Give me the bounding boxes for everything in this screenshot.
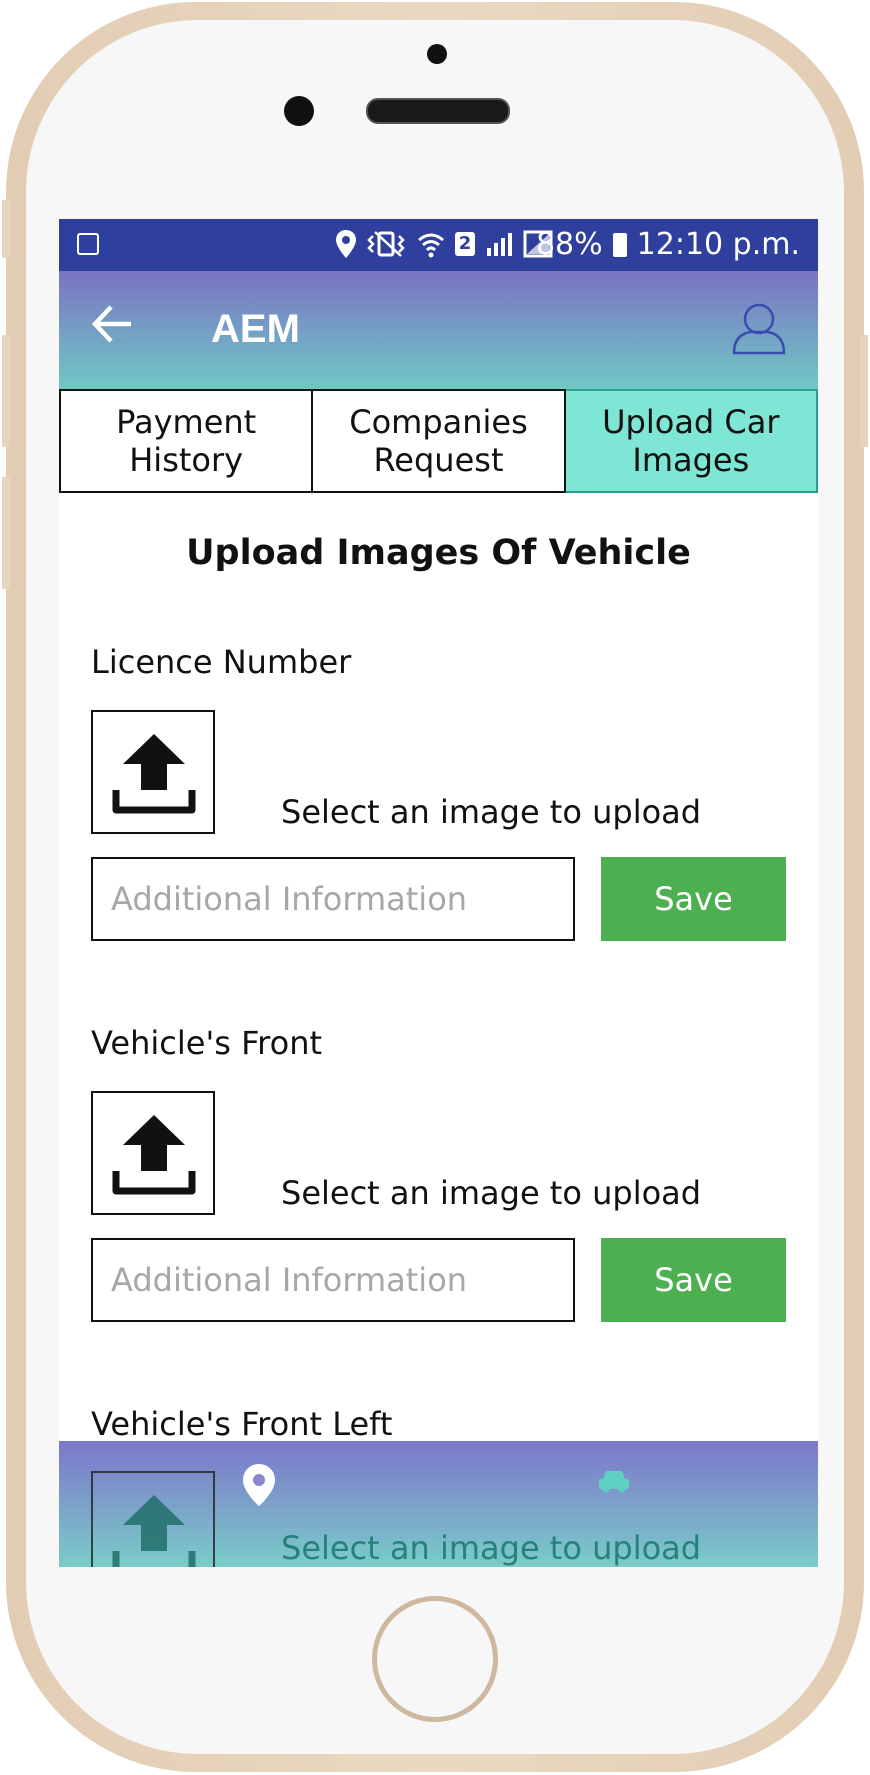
user-icon[interactable] — [730, 299, 788, 357]
car-icon[interactable] — [597, 1467, 631, 1495]
save-button[interactable]: Save — [601, 857, 786, 941]
phone-power-button — [860, 335, 868, 447]
location-icon — [336, 230, 356, 258]
tab-payment-history[interactable]: Payment History — [59, 389, 314, 493]
save-button[interactable]: Save — [601, 1238, 786, 1322]
image-icon — [77, 233, 99, 255]
upload-icon — [112, 1495, 196, 1567]
phone-side-button — [2, 335, 10, 447]
upload-hint: Select an image to upload — [281, 1174, 702, 1212]
status-icons: 2 — [335, 229, 553, 259]
field-label-front-left: Vehicle's Front Left — [91, 1405, 393, 1443]
upload-form: Upload Images Of Vehicle Licence Number … — [59, 493, 818, 1567]
phone-side-button — [2, 477, 10, 589]
battery-percent: 88% — [535, 227, 603, 262]
upload-icon — [112, 1115, 196, 1195]
app-bar: AEM — [59, 271, 818, 389]
field-label-licence: Licence Number — [91, 643, 352, 681]
field-label-front: Vehicle's Front — [91, 1024, 323, 1062]
clock: 12:10 p.m. — [636, 227, 800, 262]
phone-side-button — [2, 200, 10, 258]
upload-button-licence[interactable] — [91, 710, 215, 834]
additional-info-input[interactable] — [91, 1238, 575, 1322]
upload-button-front[interactable] — [91, 1091, 215, 1215]
app-screen: 2 88% 12:10 p.m. AEM Payment History Com… — [59, 219, 818, 1567]
phone-speaker — [366, 98, 510, 124]
status-right: 88% 12:10 p.m. — [536, 227, 800, 263]
front-camera — [284, 96, 314, 126]
arrow-left-icon[interactable] — [89, 299, 135, 349]
upload-icon — [112, 734, 196, 814]
additional-info-input[interactable] — [91, 857, 575, 941]
tab-upload-car-images[interactable]: Upload Car Images — [565, 389, 818, 493]
home-button[interactable] — [372, 1596, 498, 1722]
vibrate-icon — [367, 231, 405, 257]
battery-icon — [612, 233, 627, 257]
proximity-sensor — [427, 44, 447, 64]
bottom-nav: Select an image to upload — [59, 1441, 818, 1567]
page-title: Upload Images Of Vehicle — [186, 533, 691, 573]
map-pin-icon[interactable] — [242, 1463, 276, 1507]
signal-icon — [487, 233, 512, 256]
tab-bar: Payment History Companies Request Upload… — [59, 389, 818, 493]
upload-hint: Select an image to upload — [281, 793, 702, 831]
sim-icon: 2 — [455, 232, 475, 256]
upload-hint: Select an image to upload — [281, 1529, 702, 1567]
wifi-icon — [418, 233, 444, 258]
status-bar: 2 88% 12:10 p.m. — [59, 219, 818, 271]
tab-companies-request[interactable]: Companies Request — [313, 389, 566, 493]
upload-button-front-left[interactable] — [91, 1471, 215, 1567]
app-title: AEM — [211, 307, 300, 351]
